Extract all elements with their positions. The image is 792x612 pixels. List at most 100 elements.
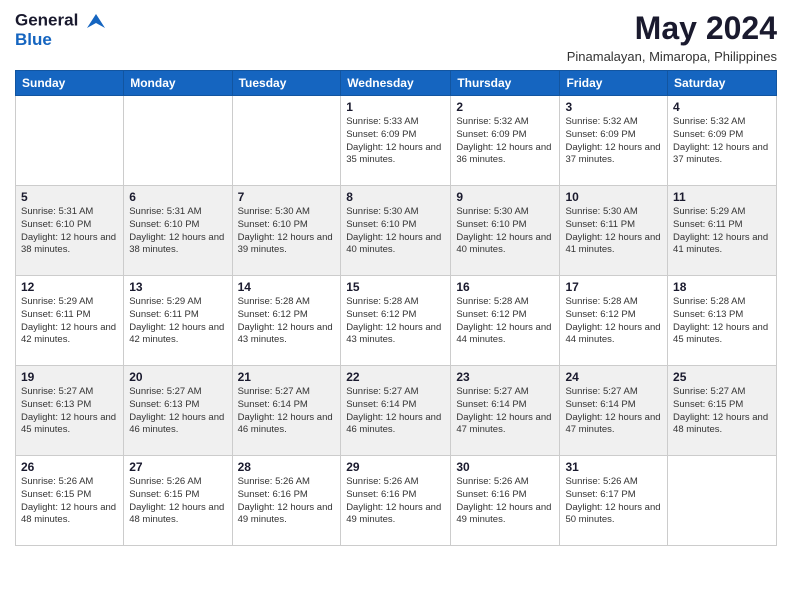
col-friday: Friday xyxy=(560,71,668,96)
day-number: 12 xyxy=(21,280,118,294)
table-row xyxy=(232,96,341,186)
day-number: 31 xyxy=(565,460,662,474)
day-info: Sunrise: 5:27 AM Sunset: 6:14 PM Dayligh… xyxy=(565,386,662,437)
day-info: Sunrise: 5:32 AM Sunset: 6:09 PM Dayligh… xyxy=(565,116,662,167)
day-number: 27 xyxy=(129,460,226,474)
day-number: 13 xyxy=(129,280,226,294)
table-row: 11 Sunrise: 5:29 AM Sunset: 6:11 PM Dayli… xyxy=(668,186,777,276)
table-row xyxy=(16,96,124,186)
day-info: Sunrise: 5:32 AM Sunset: 6:09 PM Dayligh… xyxy=(673,116,771,167)
day-info: Sunrise: 5:29 AM Sunset: 6:11 PM Dayligh… xyxy=(673,206,771,257)
table-row: 27 Sunrise: 5:26 AM Sunset: 6:15 PM Dayli… xyxy=(124,456,232,546)
table-row: 25 Sunrise: 5:27 AM Sunset: 6:15 PM Dayli… xyxy=(668,366,777,456)
table-row: 15 Sunrise: 5:28 AM Sunset: 6:12 PM Dayli… xyxy=(341,276,451,366)
day-number: 1 xyxy=(346,100,445,114)
day-number: 7 xyxy=(238,190,336,204)
day-info: Sunrise: 5:27 AM Sunset: 6:14 PM Dayligh… xyxy=(346,386,445,437)
day-number: 22 xyxy=(346,370,445,384)
day-info: Sunrise: 5:28 AM Sunset: 6:12 PM Dayligh… xyxy=(346,296,445,347)
table-row: 8Sunrise: 5:30 AM Sunset: 6:10 PM Daylig… xyxy=(341,186,451,276)
day-info: Sunrise: 5:27 AM Sunset: 6:13 PM Dayligh… xyxy=(129,386,226,437)
day-info: Sunrise: 5:27 AM Sunset: 6:15 PM Dayligh… xyxy=(673,386,771,437)
day-number: 29 xyxy=(346,460,445,474)
calendar-week-row: 19 Sunrise: 5:27 AM Sunset: 6:13 PM Dayli… xyxy=(16,366,777,456)
day-info: Sunrise: 5:28 AM Sunset: 6:12 PM Dayligh… xyxy=(565,296,662,347)
day-number: 2 xyxy=(456,100,554,114)
day-info: Sunrise: 5:27 AM Sunset: 6:13 PM Dayligh… xyxy=(21,386,118,437)
table-row: 29 Sunrise: 5:26 AM Sunset: 6:16 PM Dayli… xyxy=(341,456,451,546)
logo-text: General xyxy=(15,10,107,32)
day-info: Sunrise: 5:31 AM Sunset: 6:10 PM Dayligh… xyxy=(129,206,226,257)
table-row: 30Sunrise: 5:26 AM Sunset: 6:16 PM Dayli… xyxy=(451,456,560,546)
day-number: 11 xyxy=(673,190,771,204)
day-number: 14 xyxy=(238,280,336,294)
day-info: Sunrise: 5:26 AM Sunset: 6:15 PM Dayligh… xyxy=(21,476,118,527)
day-number: 18 xyxy=(673,280,771,294)
day-info: Sunrise: 5:28 AM Sunset: 6:13 PM Dayligh… xyxy=(673,296,771,347)
day-number: 26 xyxy=(21,460,118,474)
month-year: May 2024 xyxy=(567,10,777,47)
day-info: Sunrise: 5:30 AM Sunset: 6:10 PM Dayligh… xyxy=(456,206,554,257)
day-number: 10 xyxy=(565,190,662,204)
day-info: Sunrise: 5:27 AM Sunset: 6:14 PM Dayligh… xyxy=(456,386,554,437)
day-info: Sunrise: 5:29 AM Sunset: 6:11 PM Dayligh… xyxy=(129,296,226,347)
table-row xyxy=(668,456,777,546)
day-info: Sunrise: 5:32 AM Sunset: 6:09 PM Dayligh… xyxy=(456,116,554,167)
col-tuesday: Tuesday xyxy=(232,71,341,96)
day-number: 6 xyxy=(129,190,226,204)
table-row: 24Sunrise: 5:27 AM Sunset: 6:14 PM Dayli… xyxy=(560,366,668,456)
day-info: Sunrise: 5:31 AM Sunset: 6:10 PM Dayligh… xyxy=(21,206,118,257)
day-info: Sunrise: 5:29 AM Sunset: 6:11 PM Dayligh… xyxy=(21,296,118,347)
table-row: 19 Sunrise: 5:27 AM Sunset: 6:13 PM Dayli… xyxy=(16,366,124,456)
col-monday: Monday xyxy=(124,71,232,96)
table-row: 26 Sunrise: 5:26 AM Sunset: 6:15 PM Dayli… xyxy=(16,456,124,546)
table-row: 7 Sunrise: 5:30 AM Sunset: 6:10 PM Daylig… xyxy=(232,186,341,276)
table-row: 20 Sunrise: 5:27 AM Sunset: 6:13 PM Dayli… xyxy=(124,366,232,456)
day-info: Sunrise: 5:26 AM Sunset: 6:17 PM Dayligh… xyxy=(565,476,662,527)
day-info: Sunrise: 5:30 AM Sunset: 6:11 PM Dayligh… xyxy=(565,206,662,257)
page-header: General Blue May 2024 Pinamalayan, Mimar… xyxy=(15,10,777,64)
day-info: Sunrise: 5:27 AM Sunset: 6:14 PM Dayligh… xyxy=(238,386,336,437)
day-number: 25 xyxy=(673,370,771,384)
day-number: 8 xyxy=(346,190,445,204)
table-row: 4Sunrise: 5:32 AM Sunset: 6:09 PM Daylig… xyxy=(668,96,777,186)
day-number: 3 xyxy=(565,100,662,114)
calendar-table: Sunday Monday Tuesday Wednesday Thursday… xyxy=(15,70,777,546)
day-number: 19 xyxy=(21,370,118,384)
day-number: 5 xyxy=(21,190,118,204)
calendar-week-row: 1Sunrise: 5:33 AM Sunset: 6:09 PM Daylig… xyxy=(16,96,777,186)
table-row: 13 Sunrise: 5:29 AM Sunset: 6:11 PM Dayli… xyxy=(124,276,232,366)
table-row: 9Sunrise: 5:30 AM Sunset: 6:10 PM Daylig… xyxy=(451,186,560,276)
table-row: 14Sunrise: 5:28 AM Sunset: 6:12 PM Dayli… xyxy=(232,276,341,366)
logo: General Blue xyxy=(15,10,107,50)
table-row: 2 Sunrise: 5:32 AM Sunset: 6:09 PM Daylig… xyxy=(451,96,560,186)
day-number: 15 xyxy=(346,280,445,294)
table-row: 5 Sunrise: 5:31 AM Sunset: 6:10 PM Daylig… xyxy=(16,186,124,276)
day-number: 16 xyxy=(456,280,554,294)
day-info: Sunrise: 5:26 AM Sunset: 6:16 PM Dayligh… xyxy=(238,476,336,527)
calendar-week-row: 12 Sunrise: 5:29 AM Sunset: 6:11 PM Dayli… xyxy=(16,276,777,366)
col-sunday: Sunday xyxy=(16,71,124,96)
calendar-week-row: 26 Sunrise: 5:26 AM Sunset: 6:15 PM Dayli… xyxy=(16,456,777,546)
day-info: Sunrise: 5:30 AM Sunset: 6:10 PM Dayligh… xyxy=(238,206,336,257)
title-area: May 2024 Pinamalayan, Mimaropa, Philippi… xyxy=(567,10,777,64)
table-row: 22 Sunrise: 5:27 AM Sunset: 6:14 PM Dayli… xyxy=(341,366,451,456)
table-row: 6 Sunrise: 5:31 AM Sunset: 6:10 PM Daylig… xyxy=(124,186,232,276)
day-number: 20 xyxy=(129,370,226,384)
logo-blue: Blue xyxy=(15,30,107,50)
col-thursday: Thursday xyxy=(451,71,560,96)
table-row: 1Sunrise: 5:33 AM Sunset: 6:09 PM Daylig… xyxy=(341,96,451,186)
day-info: Sunrise: 5:26 AM Sunset: 6:16 PM Dayligh… xyxy=(346,476,445,527)
day-number: 23 xyxy=(456,370,554,384)
calendar-header-row: Sunday Monday Tuesday Wednesday Thursday… xyxy=(16,71,777,96)
table-row: 28Sunrise: 5:26 AM Sunset: 6:16 PM Dayli… xyxy=(232,456,341,546)
col-saturday: Saturday xyxy=(668,71,777,96)
location: Pinamalayan, Mimaropa, Philippines xyxy=(567,49,777,64)
day-number: 17 xyxy=(565,280,662,294)
day-info: Sunrise: 5:26 AM Sunset: 6:15 PM Dayligh… xyxy=(129,476,226,527)
calendar-week-row: 5 Sunrise: 5:31 AM Sunset: 6:10 PM Daylig… xyxy=(16,186,777,276)
table-row xyxy=(124,96,232,186)
day-info: Sunrise: 5:26 AM Sunset: 6:16 PM Dayligh… xyxy=(456,476,554,527)
table-row: 17 Sunrise: 5:28 AM Sunset: 6:12 PM Dayli… xyxy=(560,276,668,366)
table-row: 18 Sunrise: 5:28 AM Sunset: 6:13 PM Dayli… xyxy=(668,276,777,366)
